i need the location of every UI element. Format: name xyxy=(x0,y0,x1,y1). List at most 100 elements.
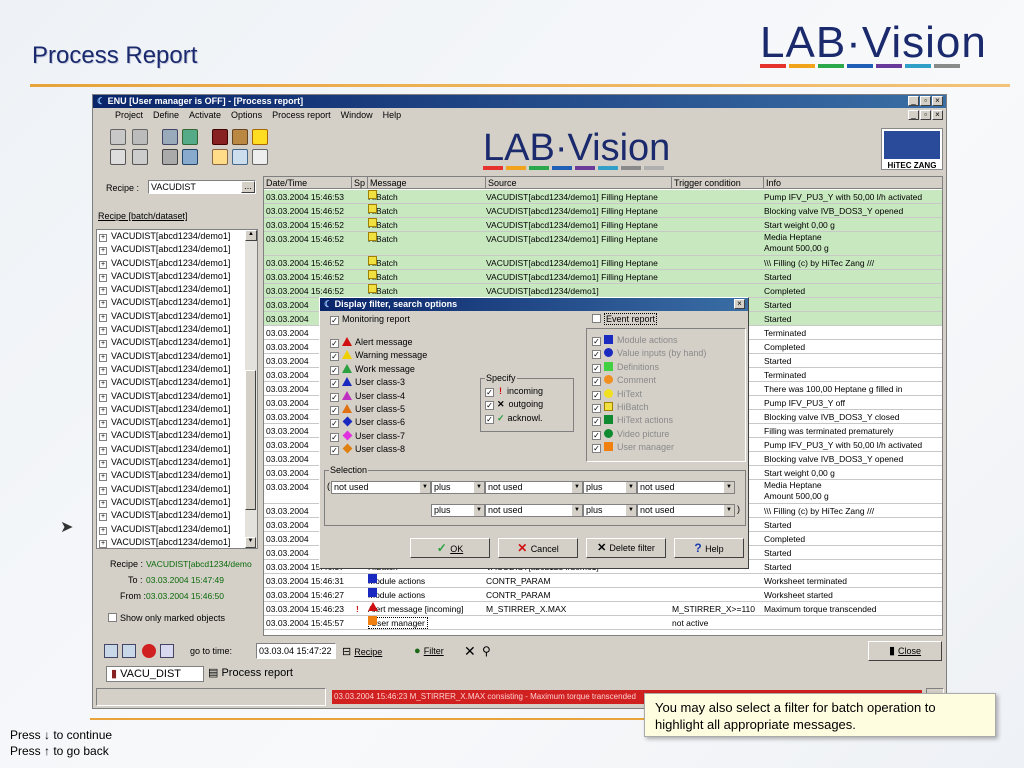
mdi-close-button[interactable]: × xyxy=(932,110,943,120)
expand-plus-icon[interactable]: + xyxy=(99,486,107,495)
window-titlebar[interactable]: ☾ ENU [User manager is OFF] - [Process r… xyxy=(93,95,946,108)
printer-setup-icon[interactable] xyxy=(132,129,148,145)
col-header-source[interactable]: Source xyxy=(486,177,672,189)
menu-window[interactable]: Window xyxy=(341,108,373,122)
mdi-restore-button[interactable]: ▫ xyxy=(920,110,931,120)
marked-only-checkbox[interactable]: Show only marked objects xyxy=(108,613,225,623)
table-row[interactable]: 03.03.2004 15:46:23! Alert message [incom… xyxy=(264,602,942,616)
col-header-message[interactable]: Message xyxy=(368,177,486,189)
tree-item[interactable]: + VACUDIST[abcd1234/demo1] xyxy=(97,283,257,296)
goto-time-input[interactable]: 03.03.04 15:47:22 xyxy=(256,643,336,659)
filter-tool-icon[interactable] xyxy=(162,149,178,165)
filter-definitions[interactable]: ✓ Definitions xyxy=(592,361,742,374)
nav-first-icon[interactable] xyxy=(104,644,118,658)
menu-options[interactable]: Options xyxy=(231,108,262,122)
tree-item[interactable]: + VACUDIST[abcd1234/demo1] xyxy=(97,536,257,548)
tree-item[interactable]: + VACUDIST[abcd1234/demo1] xyxy=(97,443,257,456)
tree-item[interactable]: + VACUDIST[abcd1234/demo1] xyxy=(97,363,257,376)
table-row[interactable]: 03.03.2004 15:46:52 HiBatch VACUDIST[abcd1… xyxy=(264,232,942,256)
selection-field-4[interactable]: not used ▼ xyxy=(485,504,583,517)
filter-alert-message[interactable]: ✓ Alert message xyxy=(330,336,480,349)
search-binoculars-icon[interactable]: ⚲ xyxy=(482,644,491,658)
expand-plus-icon[interactable]: + xyxy=(99,273,107,282)
filter-value-inputs[interactable]: ✓ Value inputs (by hand) xyxy=(592,347,742,360)
tree-item[interactable]: + VACUDIST[abcd1234/demo1] xyxy=(97,429,257,442)
selection-field-2[interactable]: not used ▼ xyxy=(485,481,583,494)
filter-user-class-6[interactable]: ✓ User class-6 xyxy=(330,416,480,429)
menu-help[interactable]: Help xyxy=(383,108,402,122)
tree-item[interactable]: + VACUDIST[abcd1234/demo1] xyxy=(97,336,257,349)
filter-user-class-5[interactable]: ✓ User class-5 xyxy=(330,403,480,416)
table-row[interactable]: 03.03.2004 15:46:52 HiBatch VACUDIST[abcd1… xyxy=(264,270,942,284)
filter-hibatch[interactable]: ✓ HiBatch xyxy=(592,401,742,414)
stop-icon[interactable] xyxy=(142,644,156,658)
filter-video-picture[interactable]: ✓ Video picture xyxy=(592,428,742,441)
expand-plus-icon[interactable]: + xyxy=(99,260,107,269)
expand-plus-icon[interactable]: + xyxy=(99,526,107,535)
tree-item[interactable]: + VACUDIST[abcd1234/demo1] xyxy=(97,230,257,243)
tree-item[interactable]: + VACUDIST[abcd1234/demo1] xyxy=(97,469,257,482)
close-button[interactable]: ▮ Close xyxy=(868,641,942,661)
tree-item[interactable]: + VACUDIST[abcd1234/demo1] xyxy=(97,416,257,429)
tree-item[interactable]: + VACUDIST[abcd1234/demo1] xyxy=(97,350,257,363)
minimize-button[interactable]: _ xyxy=(908,96,919,106)
expand-plus-icon[interactable]: + xyxy=(99,406,107,415)
tab-process-report[interactable]: ▤ Process report xyxy=(204,666,304,682)
table-row[interactable]: 03.03.2004 15:45:57 User manager not activ… xyxy=(264,616,942,630)
filter-hitext-actions[interactable]: ✓ HiText actions xyxy=(592,414,742,427)
tree-scrollbar[interactable]: ▲ ▼ xyxy=(245,230,257,548)
print-icon[interactable] xyxy=(110,129,126,145)
filter-user-class-3[interactable]: ✓ User class-3 xyxy=(330,376,480,389)
expand-plus-icon[interactable]: + xyxy=(99,247,107,256)
table-row[interactable]: 03.03.2004 15:46:52 HiBatch VACUDIST[abcd1… xyxy=(264,204,942,218)
edit-icon[interactable] xyxy=(212,149,228,165)
col-header-sp[interactable]: Sp xyxy=(352,177,368,189)
expand-plus-icon[interactable]: + xyxy=(99,353,107,362)
tree-item[interactable]: + VACUDIST[abcd1234/demo1] xyxy=(97,376,257,389)
filter-hitext[interactable]: ✓ HiText xyxy=(592,388,742,401)
tree-item[interactable]: + VACUDIST[abcd1234/demo1] xyxy=(97,296,257,309)
table-row[interactable]: 03.03.2004 15:46:52 HiBatch VACUDIST[abcd1… xyxy=(264,284,942,298)
maximize-button[interactable]: ▫ xyxy=(920,96,931,106)
expand-plus-icon[interactable]: + xyxy=(99,460,107,469)
tab-vacu-dist[interactable]: ▮ VACU_DIST xyxy=(106,666,204,682)
arrows-icon[interactable] xyxy=(162,129,178,145)
menu-define[interactable]: Define xyxy=(153,108,179,122)
recipe-browse-button[interactable]: ... xyxy=(241,181,255,193)
expand-plus-icon[interactable]: + xyxy=(99,446,107,455)
filter-user-class-4[interactable]: ✓ User class-4 xyxy=(330,390,480,403)
col-header-datetime[interactable]: Date/Time xyxy=(264,177,352,189)
tree-item[interactable]: + VACUDIST[abcd1234/demo1] xyxy=(97,257,257,270)
table-row[interactable]: 03.03.2004 15:46:31 Module actions CONTR_P… xyxy=(264,574,942,588)
selection-op-3[interactable]: plus ▼ xyxy=(431,504,485,517)
specify-outgoing[interactable]: ✓ ✕ outgoing xyxy=(485,398,543,411)
col-header-info[interactable]: Info xyxy=(764,177,942,189)
filter-user-manager[interactable]: ✓ User manager xyxy=(592,441,742,454)
menu-project[interactable]: Project xyxy=(115,108,143,122)
specify-incoming[interactable]: ✓! incoming xyxy=(485,385,543,398)
expand-plus-icon[interactable]: + xyxy=(99,473,107,482)
chart-icon[interactable] xyxy=(232,149,248,165)
nav-prev-icon[interactable] xyxy=(122,644,136,658)
table-row[interactable]: 03.03.2004 15:46:52 HiBatch VACUDIST[abcd1… xyxy=(264,256,942,270)
filter-work-message[interactable]: ✓ Work message xyxy=(330,363,480,376)
tree-item[interactable]: + VACUDIST[abcd1234/demo1] xyxy=(97,243,257,256)
expand-plus-icon[interactable]: + xyxy=(99,287,107,296)
delete-filter-button[interactable]: ✕ Delete filter xyxy=(586,538,666,558)
selection-field-1[interactable]: not used ▼ xyxy=(331,481,431,494)
table-icon[interactable] xyxy=(110,149,126,165)
warning-icon[interactable] xyxy=(252,129,268,145)
expand-plus-icon[interactable]: + xyxy=(99,420,107,429)
tree-item[interactable]: + VACUDIST[abcd1234/demo1] xyxy=(97,310,257,323)
table-row[interactable]: 03.03.2004 15:46:27 Module actions CONTR_P… xyxy=(264,588,942,602)
expand-plus-icon[interactable]: + xyxy=(99,234,107,242)
expand-plus-icon[interactable]: + xyxy=(99,380,107,389)
expand-plus-icon[interactable]: + xyxy=(99,340,107,349)
barcode-icon[interactable] xyxy=(212,129,228,145)
recipe-field[interactable]: VACUDIST ... xyxy=(148,180,256,194)
table-row[interactable]: 03.03.2004 15:46:53 HiBatch VACUDIST[abcd1… xyxy=(264,190,942,204)
ok-button[interactable]: ✓ OK xyxy=(410,538,490,558)
menu-activate[interactable]: Activate xyxy=(189,108,221,122)
expand-plus-icon[interactable]: + xyxy=(99,313,107,322)
dialog-titlebar[interactable]: ☾ Display filter, search options xyxy=(320,298,748,311)
